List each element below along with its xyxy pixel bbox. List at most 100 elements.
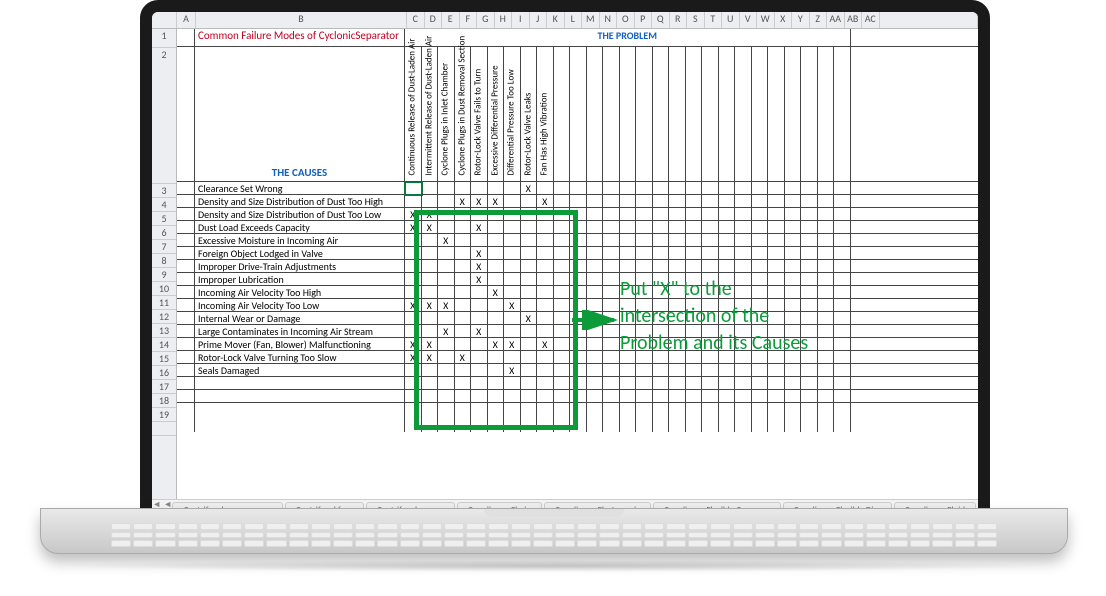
cell[interactable] — [653, 234, 670, 247]
cause-label-cell[interactable]: Improper Lubrication — [195, 273, 405, 286]
cell[interactable] — [686, 403, 703, 432]
row-number[interactable]: 3 — [152, 184, 176, 198]
mark-cell[interactable] — [471, 312, 488, 325]
row-number[interactable]: 12 — [152, 310, 176, 324]
mark-cell[interactable] — [422, 364, 439, 377]
cell[interactable] — [636, 47, 653, 182]
cell[interactable] — [669, 377, 686, 390]
cell[interactable] — [554, 286, 571, 299]
mark-cell[interactable] — [455, 338, 472, 351]
cell[interactable] — [834, 325, 851, 338]
cell[interactable] — [422, 403, 439, 432]
cell[interactable] — [686, 364, 703, 377]
col-header[interactable]: N — [600, 12, 618, 28]
cell[interactable] — [570, 208, 587, 221]
cell[interactable] — [785, 364, 802, 377]
cell[interactable] — [735, 182, 752, 195]
cause-label-cell[interactable]: Density and Size Distribution of Dust To… — [195, 208, 405, 221]
cell[interactable] — [686, 221, 703, 234]
cell[interactable] — [587, 260, 604, 273]
mark-cell[interactable] — [471, 286, 488, 299]
cell[interactable] — [735, 234, 752, 247]
cell[interactable] — [768, 403, 785, 432]
cell[interactable] — [537, 377, 554, 390]
cell[interactable] — [570, 403, 587, 432]
cell[interactable] — [554, 260, 571, 273]
mark-cell[interactable] — [521, 299, 538, 312]
cell[interactable] — [620, 260, 637, 273]
cell[interactable] — [587, 390, 604, 403]
mark-cell[interactable] — [488, 351, 505, 364]
cell[interactable] — [686, 377, 703, 390]
mark-cell[interactable] — [488, 234, 505, 247]
cell[interactable] — [603, 338, 620, 351]
col-header[interactable]: AC — [862, 12, 880, 28]
cell[interactable] — [735, 247, 752, 260]
cell[interactable] — [801, 364, 818, 377]
cell[interactable] — [752, 364, 769, 377]
cause-label-cell[interactable]: Density and Size Distribution of Dust To… — [195, 195, 405, 208]
cell[interactable] — [422, 377, 439, 390]
cell[interactable] — [570, 338, 587, 351]
col-header[interactable]: D — [425, 12, 443, 28]
cell[interactable] — [603, 221, 620, 234]
cell[interactable] — [554, 195, 571, 208]
row-number[interactable]: 16 — [152, 366, 176, 380]
cell[interactable] — [554, 377, 571, 390]
mark-cell[interactable] — [422, 260, 439, 273]
mark-cell[interactable] — [537, 299, 554, 312]
mark-cell[interactable] — [537, 312, 554, 325]
col-header[interactable]: E — [442, 12, 460, 28]
cell[interactable] — [834, 364, 851, 377]
cell[interactable] — [570, 195, 587, 208]
cell[interactable] — [768, 247, 785, 260]
cell[interactable] — [603, 377, 620, 390]
cell[interactable] — [636, 247, 653, 260]
cell[interactable] — [587, 299, 604, 312]
mark-cell[interactable]: X — [471, 260, 488, 273]
mark-cell[interactable]: X — [471, 221, 488, 234]
row-number[interactable]: 6 — [152, 226, 176, 240]
cell[interactable] — [488, 403, 505, 432]
mark-cell[interactable]: X — [438, 325, 455, 338]
cell[interactable] — [195, 390, 405, 403]
cell[interactable] — [620, 208, 637, 221]
cell[interactable] — [818, 47, 835, 182]
cell[interactable] — [834, 47, 851, 182]
cell[interactable] — [686, 234, 703, 247]
cell[interactable] — [702, 47, 719, 182]
mark-cell[interactable] — [521, 273, 538, 286]
cell[interactable] — [785, 182, 802, 195]
problem-label-cell[interactable]: Rotor-Lock Valve Fails to Turn — [471, 47, 488, 182]
cell[interactable] — [653, 182, 670, 195]
cell[interactable] — [669, 403, 686, 432]
cell[interactable] — [752, 195, 769, 208]
cell[interactable] — [818, 195, 835, 208]
cell[interactable] — [834, 195, 851, 208]
cell[interactable] — [785, 260, 802, 273]
cell[interactable] — [818, 377, 835, 390]
cell[interactable] — [686, 47, 703, 182]
cell[interactable] — [653, 403, 670, 432]
mark-cell[interactable]: X — [504, 299, 521, 312]
mark-cell[interactable] — [488, 312, 505, 325]
cell[interactable] — [801, 195, 818, 208]
mark-cell[interactable] — [521, 351, 538, 364]
mark-cell[interactable] — [537, 247, 554, 260]
mark-cell[interactable] — [422, 325, 439, 338]
row-number[interactable]: 2 — [152, 48, 176, 184]
cell[interactable] — [603, 312, 620, 325]
col-header[interactable]: L — [565, 12, 583, 28]
cell[interactable] — [587, 182, 604, 195]
mark-cell[interactable]: X — [471, 325, 488, 338]
cell[interactable] — [603, 247, 620, 260]
cell[interactable] — [603, 47, 620, 182]
mark-cell[interactable] — [455, 234, 472, 247]
mark-cell[interactable]: X — [488, 195, 505, 208]
mark-cell[interactable] — [504, 273, 521, 286]
cell[interactable] — [719, 390, 736, 403]
cell[interactable] — [620, 390, 637, 403]
cell[interactable] — [801, 47, 818, 182]
cell[interactable] — [653, 260, 670, 273]
mark-cell[interactable] — [537, 325, 554, 338]
